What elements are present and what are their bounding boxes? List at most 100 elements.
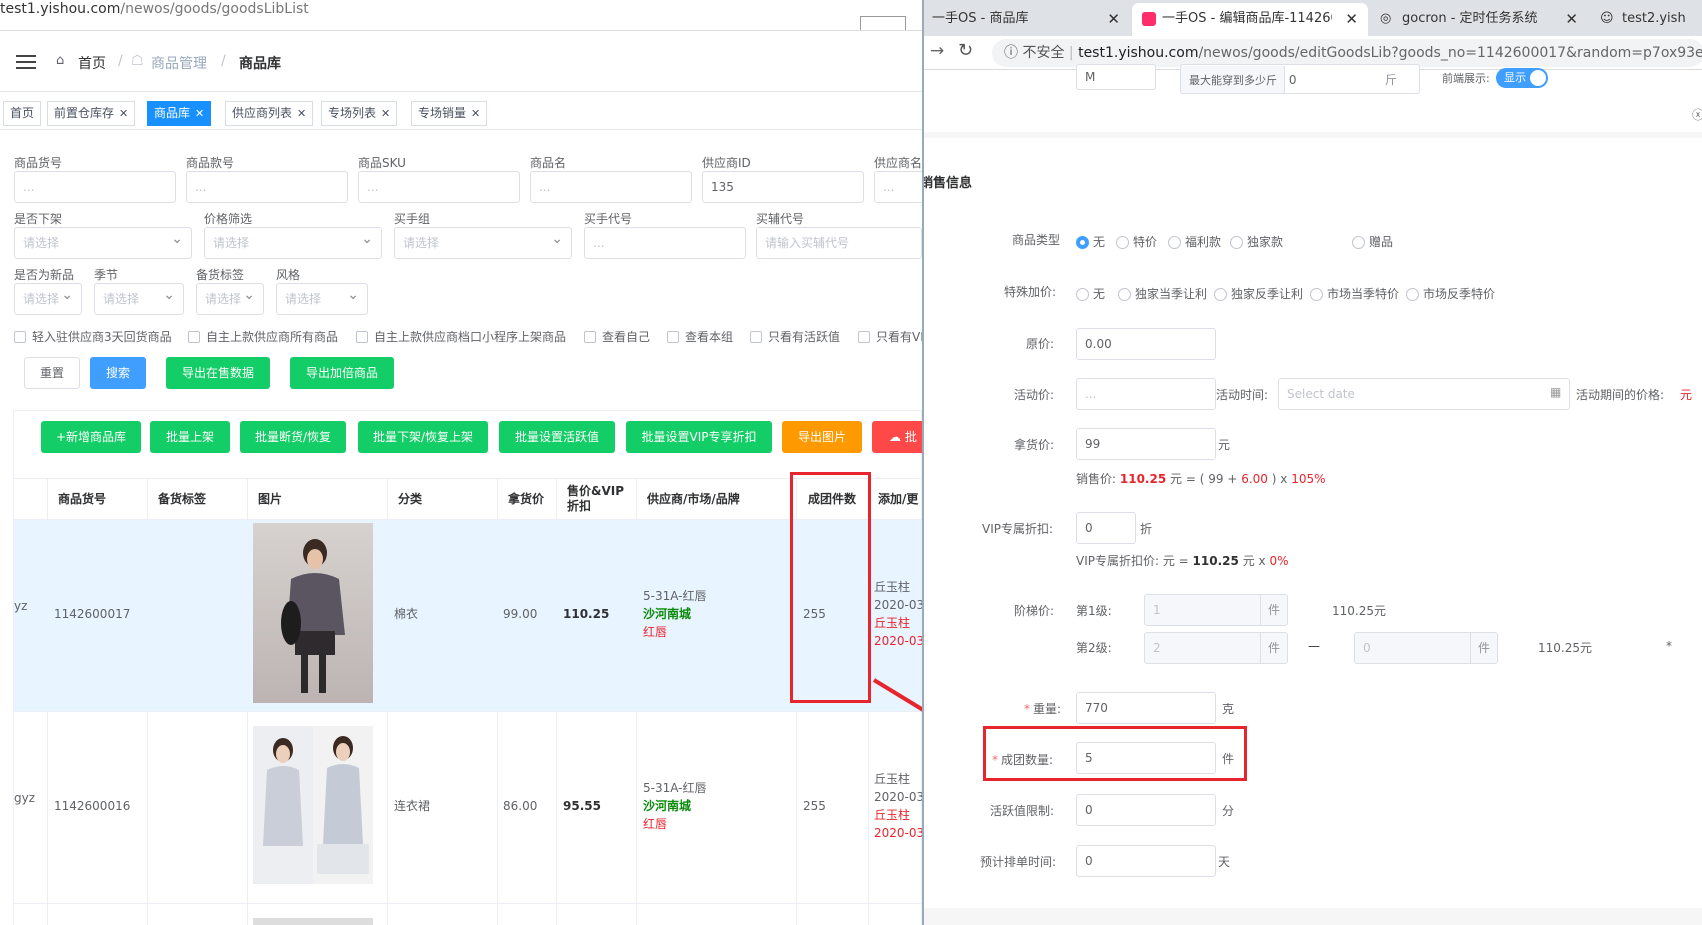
batch-vip-discount-button[interactable]: 批量设置VIP专享折扣 (626, 421, 772, 453)
filter-label: 风格 (276, 268, 301, 282)
close-icon[interactable]: ✕ (195, 107, 204, 120)
close-icon[interactable]: ✕ (471, 107, 480, 120)
batch-off-shelf-button[interactable]: 批量下架/恢复上架 (358, 421, 488, 453)
special-market-off-radio[interactable]: 市场反季特价 (1406, 285, 1495, 302)
supplier-id-input[interactable]: 135 (702, 171, 864, 203)
style-no-input[interactable]: ... (186, 171, 348, 203)
stock-tag-select[interactable]: 请选择 (196, 283, 264, 315)
activity-price-input[interactable]: ... (1076, 378, 1216, 410)
bottom-divider (924, 908, 1702, 925)
close-icon[interactable]: ✕ (1565, 3, 1578, 35)
goods-name-input[interactable]: ... (530, 171, 692, 203)
export-sale-button[interactable]: 导出在售数据 (166, 357, 270, 389)
export-double-button[interactable]: 导出加倍商品 (290, 357, 394, 389)
browser-tab-edit-goods[interactable]: 一手OS - 编辑商品库-1142600 ✕ (1132, 3, 1368, 36)
tag-goods-library[interactable]: 商品库 ✕ (147, 101, 212, 126)
close-icon[interactable]: ✕ (119, 107, 128, 120)
buyer-group-select[interactable]: 请选择 (394, 227, 572, 259)
goods-type-special-radio[interactable]: 特价 (1116, 233, 1157, 250)
tag-special-sales[interactable]: 专场销量 ✕ (411, 101, 488, 126)
close-icon[interactable]: ✕ (381, 107, 390, 120)
tag-supplier-list[interactable]: 供应商列表 ✕ (225, 101, 314, 126)
forward-icon[interactable]: → (930, 41, 944, 61)
price-filter-select[interactable]: 请选择 (204, 227, 382, 259)
original-price-input[interactable]: 0.00 (1076, 328, 1216, 360)
style-select[interactable]: 请选择 (276, 283, 368, 315)
checkbox-3day-return[interactable]: 轻入驻供应商3天回货商品 (14, 328, 172, 345)
schedule-time-input[interactable]: 0 (1076, 845, 1216, 877)
goods-type-welfare-radio[interactable]: 福利款 (1168, 233, 1221, 250)
ladder-level2-from-input[interactable]: 2件 (1144, 632, 1288, 664)
breadcrumb-goods-manage[interactable]: 商品管理 (151, 53, 207, 73)
season-select[interactable]: 请选择 (94, 283, 184, 315)
close-icon[interactable]: ✕ (1107, 3, 1120, 35)
checkbox-self-supplier-mini[interactable]: 自主上款供应商档口小程序上架商品 (356, 328, 566, 345)
activity-time-label: 活动时间: (1216, 388, 1269, 402)
goods-photo[interactable] (253, 918, 373, 925)
new-goods-select[interactable]: 请选择 (14, 283, 82, 315)
batch-active-button[interactable]: 批量设置活跃值 (499, 421, 615, 453)
goods-photo[interactable] (253, 523, 373, 703)
hamburger-icon[interactable] (16, 55, 36, 69)
vip-discount-input[interactable]: 0 (1076, 512, 1136, 544)
activity-date-picker[interactable]: Select date (1278, 378, 1570, 410)
table-row[interactable] (14, 520, 922, 712)
active-limit-input[interactable]: 0 (1076, 794, 1216, 826)
front-display-toggle[interactable]: 显示 (1496, 68, 1548, 88)
batch-outofstock-button[interactable]: 批量断货/恢复 (240, 421, 346, 453)
tag-prewarehouse[interactable]: 前置仓库存 ✕ (47, 101, 136, 126)
cost-price-input[interactable]: 99 (1076, 428, 1216, 460)
browser-tab-test2[interactable]: ☺ test2.yish (1590, 3, 1702, 36)
goods-no-input[interactable]: ... (14, 171, 176, 203)
special-market-current-radio[interactable]: 市场当季特价 (1310, 285, 1399, 302)
reset-button[interactable]: 重置 (24, 357, 80, 389)
special-exclusive-off-radio[interactable]: 独家反季让利 (1214, 285, 1303, 302)
goods-no-cell: 1142600016 (54, 799, 131, 813)
browser-tab-gocron[interactable]: ◎ gocron - 定时任务系统 ✕ (1370, 3, 1588, 36)
address-text[interactable]: test1.yishou.com/newos/goods/goodsLibLis… (0, 0, 922, 26)
goods-type-none-radio[interactable]: 无 (1076, 233, 1105, 250)
special-none-radio[interactable]: 无 (1076, 285, 1105, 302)
goods-type-exclusive-radio[interactable]: 独家款 (1230, 233, 1283, 250)
checkbox-view-group[interactable]: 查看本组 (667, 328, 733, 345)
max-weight-input[interactable]: 最大能穿到多少斤 0斤 (1180, 64, 1420, 94)
close-icon[interactable]: ✕ (1345, 3, 1358, 35)
breadcrumb-home[interactable]: 首页 (78, 53, 106, 73)
reload-icon[interactable]: ↻ (958, 40, 973, 61)
ladder-level1-input[interactable]: 1件 (1144, 594, 1288, 626)
filter-label: 是否下架 (14, 212, 63, 226)
calendar-icon[interactable]: ▦ (1550, 385, 1561, 399)
off-shelf-select[interactable]: 请选择 (14, 227, 192, 259)
info-icon: ⓘ (1004, 45, 1018, 61)
sku-input[interactable]: ... (358, 171, 520, 203)
ladder-level1-label: 第1级: (1076, 604, 1112, 618)
vip-discount-label: VIP专属折扣: (982, 522, 1054, 536)
special-exclusive-current-radio[interactable]: 独家当季让利 (1118, 285, 1207, 302)
close-icon[interactable]: ✕ (297, 107, 306, 120)
table-header-row (13, 478, 922, 520)
batch-more-button[interactable]: ☁ 批 (872, 421, 922, 453)
table-row[interactable] (14, 712, 922, 904)
tag-home[interactable]: 首页 (3, 101, 42, 126)
export-image-button[interactable]: 导出图片 (782, 421, 862, 453)
supplier-name-input[interactable]: ... (874, 171, 922, 203)
goods-type-gift-radio[interactable]: 赠品 (1352, 233, 1393, 250)
browser-tab-goods-library[interactable]: 一手OS - 商品库 ✕ (924, 3, 1130, 36)
tag-special-list[interactable]: 专场列表 ✕ (321, 101, 398, 126)
buyer-code-input[interactable]: ... (584, 227, 746, 259)
close-icon[interactable]: ⓧ (1692, 106, 1702, 123)
assistant-code-input[interactable]: 请输入买辅代号 (756, 227, 922, 259)
address-bar[interactable]: ⓘ 不安全 | test1.yishou.com/newos/goods/edi… (992, 39, 1702, 67)
checkbox-self-supplier-all[interactable]: 自主上款供应商所有商品 (188, 328, 338, 345)
ladder-level2-to-input[interactable]: 0件 (1354, 632, 1498, 664)
batch-on-shelf-button[interactable]: 批量上架 (150, 421, 230, 453)
size-input[interactable]: M (1076, 64, 1156, 90)
checkbox-has-vip[interactable]: 只看有VI (858, 328, 922, 345)
checkbox-has-active[interactable]: 只看有活跃值 (750, 328, 840, 345)
active-limit-label: 活跃值限制: (990, 804, 1055, 818)
weight-input[interactable]: 770 (1076, 692, 1216, 724)
checkbox-view-self[interactable]: 查看自己 (584, 328, 650, 345)
goods-photo[interactable] (253, 726, 373, 884)
search-button[interactable]: 搜索 (90, 357, 146, 389)
add-goods-button[interactable]: +新增商品库 (41, 421, 141, 453)
